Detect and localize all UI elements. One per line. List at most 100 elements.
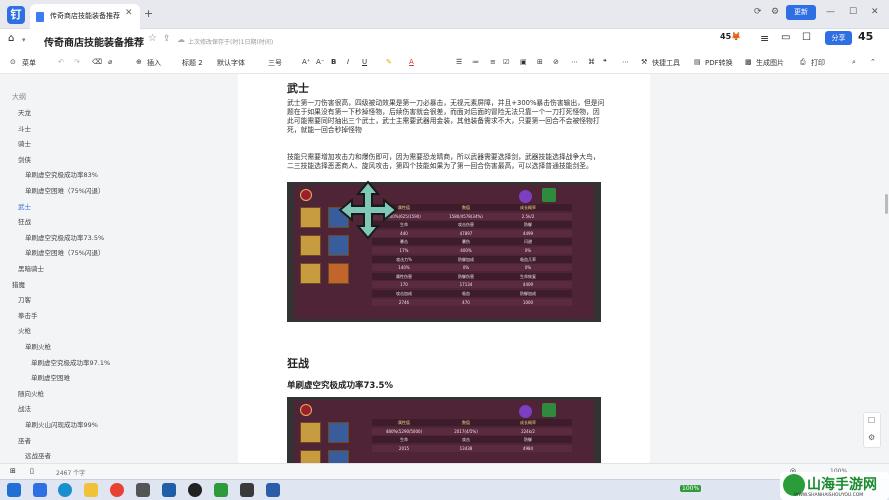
outline-item[interactable]: 远战巫者 [25,450,51,460]
undo-icon[interactable]: ↶ [58,58,64,66]
settings-icon[interactable]: ⚙ [771,7,779,17]
generate-image-button[interactable]: 生成图片 [756,58,784,68]
tab-close-icon[interactable]: ✕ [125,8,133,18]
format-painter-icon[interactable]: ⌫ [92,58,102,66]
checkbox-icon[interactable]: ☑ [503,58,509,66]
outline-item[interactable]: 拳击手 [18,310,38,320]
increase-font-icon[interactable]: A⁺ [302,58,310,66]
update-button[interactable]: 更新 [786,5,816,20]
grid-icon[interactable]: ⊞ [10,467,16,475]
wechat-icon[interactable] [214,483,228,497]
outline-item[interactable]: 单刷虚空究极成功率97.1% [31,357,110,367]
print-icon[interactable]: ⎙ [800,58,806,67]
quick-tools-button[interactable]: 快捷工具 [652,58,680,68]
outline-item[interactable]: 巫者 [18,435,31,445]
quick-tools-icon[interactable]: ⚒ [641,58,647,66]
attachment-icon[interactable]: ⊘ [553,58,559,66]
settings-icon[interactable]: ⚙ [868,433,875,442]
chrome-icon[interactable] [110,483,124,497]
avatar[interactable]: 45 [858,30,873,43]
link-icon[interactable]: ⌘ [588,58,595,66]
minimize-button[interactable]: — [826,7,835,17]
star-icon[interactable]: ☆ [148,33,157,44]
insert-icon[interactable]: ⊕ [136,58,142,66]
outline-item[interactable]: 单刷虚空困难 [31,372,70,382]
settings-icon[interactable] [136,483,150,497]
close-window-button[interactable]: ✕ [871,7,879,17]
maximize-button[interactable]: ☐ [849,7,857,17]
outline-item[interactable]: 黑暗骑士 [18,263,44,273]
outline-item[interactable]: 单刷火山闪现成功率99% [25,419,98,429]
start-icon[interactable] [7,483,21,497]
italic-button[interactable]: I [347,58,349,66]
redo-icon[interactable]: ↷ [74,58,80,66]
scrollbar[interactable] [885,194,888,214]
search-icon[interactable]: ⌕ [852,58,856,67]
outline-item[interactable]: 单刷虚空究极成功率83% [25,169,98,179]
quote-icon[interactable]: ❝ [603,58,607,66]
present-icon[interactable]: ▭ [781,32,790,43]
decrease-font-icon[interactable]: A⁻ [316,58,324,66]
bullet-list-icon[interactable]: ☰ [456,58,462,66]
outline-menu-button[interactable]: 菜单 [22,58,36,68]
image-icon[interactable]: ▣ [520,58,527,66]
dingtalk-icon[interactable] [33,483,47,497]
outline-item[interactable]: 单刷虚空究极成功率73.5% [25,232,104,242]
battery-indicator[interactable]: 100% [680,485,702,492]
print-button[interactable]: 打印 [811,58,825,68]
media-icon[interactable] [240,483,254,497]
outline-menu-icon[interactable]: ⊙ [10,58,16,66]
page-icon[interactable]: ▯ [30,467,34,475]
document-page[interactable]: 武士 武士第一刀伤害很高，四级被动效果是第一刀必暴击，无视元素屏障，并且+300… [238,74,650,463]
comment-icon[interactable]: ☐ [802,32,811,43]
outline-item[interactable]: 刀客 [18,294,31,304]
outline-item[interactable]: 骑士 [18,138,31,148]
outline-item[interactable]: 猎魔 [12,279,25,289]
document-tab[interactable]: 传奇商店技能装备推荐 [30,4,140,29]
align-icon[interactable]: ≡ [490,58,496,66]
app-logo[interactable]: 钉 [7,6,25,24]
outline-item[interactable]: 狂战 [18,216,31,226]
underline-button[interactable]: U [362,58,367,66]
heading-select[interactable]: 标题 2 [182,58,203,68]
pdf-convert-button[interactable]: PDF转换 [705,58,733,68]
bold-button[interactable]: B [331,58,336,66]
table-icon[interactable]: ⊞ [537,58,543,66]
more-icon[interactable]: ⋯ [622,58,629,66]
outline-item[interactable]: 天龙 [18,107,31,117]
refresh-icon[interactable]: ⟳ [754,7,762,17]
points-badge[interactable]: 45🦊 [720,32,741,41]
outline-item[interactable]: 剑侠 [18,154,31,164]
floating-tools[interactable]: ☐ ⚙ [863,412,881,448]
font-size-select[interactable]: 三号 [268,58,282,68]
app2-icon[interactable] [266,483,280,497]
chevron-down-icon[interactable]: ▾ [22,36,26,44]
menu-icon[interactable]: ≡ [760,32,769,45]
outline-item[interactable]: 单刷虚空困难（75%闪退） [25,185,104,195]
document-title[interactable]: 传奇商店技能装备推荐 [44,34,144,49]
app-icon[interactable] [188,483,202,497]
share-button[interactable]: 分享 [825,31,852,45]
highlight-icon[interactable]: ✎ [386,58,392,66]
outline-item[interactable]: 火枪 [18,325,31,335]
folder-icon[interactable] [84,483,98,497]
outline-item[interactable]: 战法 [18,403,31,413]
clear-format-icon[interactable]: ⌀ [108,58,112,66]
image-gen-icon[interactable]: ▩ [745,58,752,66]
font-color-button[interactable]: A [409,58,414,66]
outline-item[interactable]: 斗士 [18,123,31,133]
new-tab-button[interactable]: + [144,7,153,20]
terminal-icon[interactable] [162,483,176,497]
edge-icon[interactable] [58,483,72,497]
font-select[interactable]: 默认字体 [217,58,245,68]
comment-icon[interactable]: ☐ [868,416,875,425]
outline-item[interactable]: 单刷火枪 [25,341,51,351]
outline-item[interactable]: 单刷虚空困难（75%闪退） [25,247,104,257]
insert-button[interactable]: 插入 [147,58,161,68]
numbered-list-icon[interactable]: ≔ [472,58,479,66]
outline-item[interactable]: 随向火枪 [18,388,44,398]
share-link-icon[interactable]: ⇪ [163,34,171,44]
code-icon[interactable]: ⋯ [571,58,578,66]
pdf-icon[interactable]: ▤ [694,58,701,66]
collapse-icon[interactable]: ⌃ [870,58,876,66]
